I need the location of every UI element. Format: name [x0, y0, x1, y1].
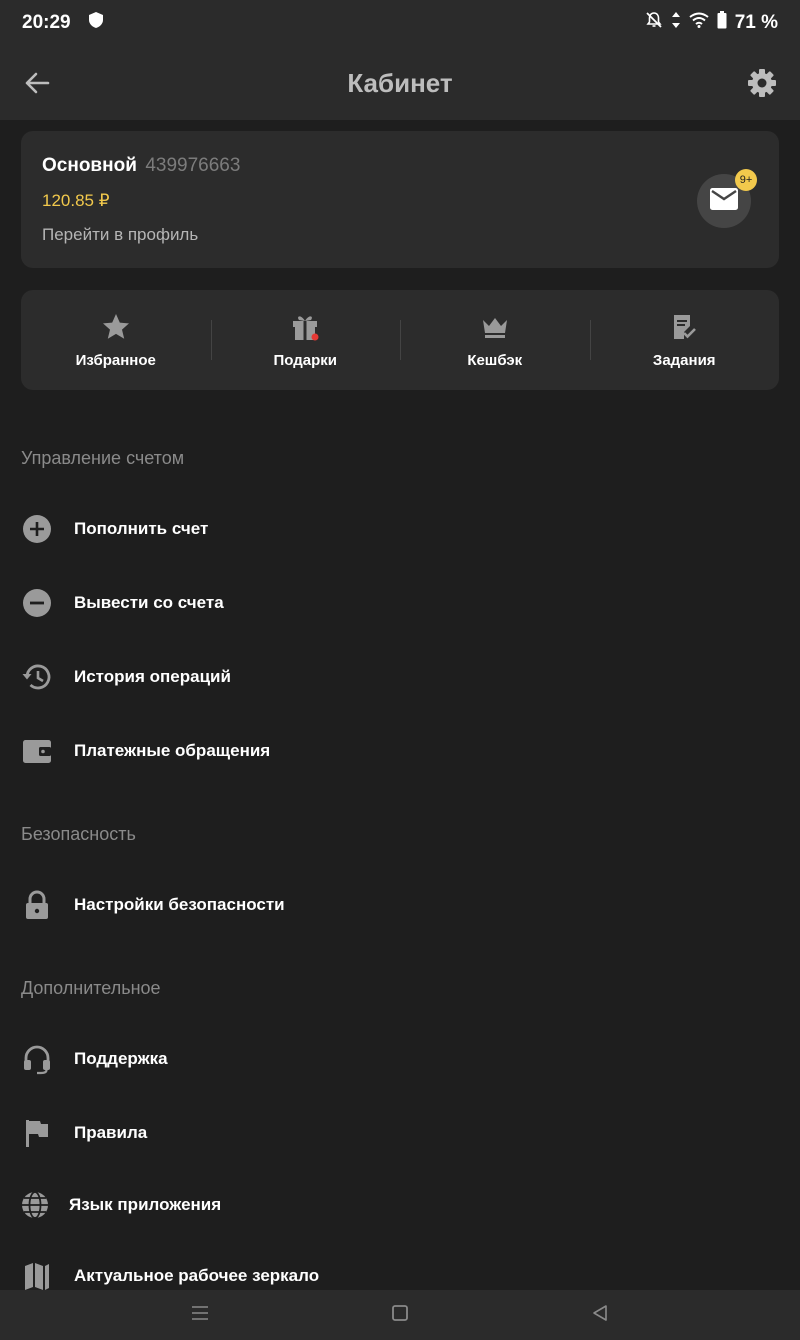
mail-icon [710, 187, 738, 215]
battery-icon [717, 11, 727, 35]
status-time: 20:29 [22, 12, 71, 33]
bell-off-icon [645, 11, 663, 35]
lock-icon [21, 889, 53, 921]
menu-deposit[interactable]: Пополнить счет [21, 504, 781, 554]
tasks-icon [669, 312, 699, 342]
minus-circle-icon [21, 587, 53, 619]
account-balance: 120.85 ₽ [42, 191, 110, 210]
profile-link[interactable]: Перейти в профиль [42, 225, 758, 245]
battery-level: 71 % [734, 12, 778, 33]
profile-card[interactable]: Основной 439976663 120.85 ₽ Перейти в пр… [21, 131, 779, 268]
back-arrow-icon[interactable] [22, 68, 52, 98]
quick-tasks-label: Задания [652, 351, 716, 369]
flag-icon [21, 1117, 53, 1149]
plus-circle-icon [21, 513, 53, 545]
section-security-title: Безопасность [21, 824, 136, 844]
quick-cashback-label: Кешбэк [467, 351, 523, 369]
quick-gifts[interactable]: Подарки [210, 290, 401, 390]
menu-withdraw-label: Вывести со счета [74, 593, 224, 612]
menu-history[interactable]: История операций [21, 652, 781, 702]
quick-favorites[interactable]: Избранное [21, 290, 211, 390]
menu-rules[interactable]: Правила [21, 1108, 781, 1158]
menu-security-settings[interactable]: Настройки безопасности [21, 880, 781, 930]
quick-favorites-label: Избранное [75, 351, 156, 369]
profile-name-row: Основной 439976663 [42, 155, 758, 177]
mirror-icon [21, 1260, 53, 1292]
menu-support-label: Поддержка [74, 1049, 168, 1068]
app-bar: Кабинет [0, 46, 800, 120]
back-triangle-icon[interactable] [591, 1304, 609, 1327]
menu-lines-icon[interactable] [191, 1305, 209, 1326]
account-name: Основной [42, 155, 137, 176]
home-square-icon[interactable] [391, 1304, 409, 1327]
menu-payment-requests[interactable]: Платежные обращения [21, 726, 781, 776]
section-additional-title: Дополнительное [21, 978, 161, 998]
menu-mirror-label: Актуальное рабочее зеркало [74, 1266, 320, 1285]
history-icon [21, 661, 53, 693]
section-account-title: Управление счетом [21, 448, 185, 468]
status-bar: 20:29 71 % [0, 0, 800, 46]
star-icon [101, 312, 131, 342]
data-arrows-icon [671, 11, 681, 35]
wifi-icon [689, 12, 709, 34]
quick-actions: Избранное Подарки Кешбэк Задания [21, 290, 779, 390]
globe-icon [21, 1189, 53, 1221]
shield-icon [88, 12, 103, 34]
gear-icon[interactable] [746, 67, 778, 99]
menu-history-label: История операций [74, 667, 231, 686]
crown-icon [480, 312, 510, 342]
menu-deposit-label: Пополнить счет [74, 519, 209, 538]
menu-rules-label: Правила [74, 1123, 148, 1142]
headset-icon [21, 1043, 53, 1075]
account-number: 439976663 [145, 155, 241, 176]
menu-payment-requests-label: Платежные обращения [74, 741, 271, 760]
menu-language[interactable]: Язык приложения [21, 1180, 781, 1230]
menu-support[interactable]: Поддержка [21, 1034, 781, 1084]
quick-cashback[interactable]: Кешбэк [400, 290, 590, 390]
quick-gifts-label: Подарки [273, 351, 337, 369]
menu-security-settings-label: Настройки безопасности [74, 895, 285, 914]
menu-language-label: Язык приложения [69, 1195, 222, 1214]
quick-tasks[interactable]: Задания [589, 290, 780, 390]
messages-badge: 9+ [735, 169, 757, 191]
wallet-icon [21, 735, 53, 767]
system-nav-bar [0, 1290, 800, 1340]
gift-icon [290, 312, 320, 342]
page-title: Кабинет [347, 67, 453, 98]
menu-withdraw[interactable]: Вывести со счета [21, 578, 781, 628]
